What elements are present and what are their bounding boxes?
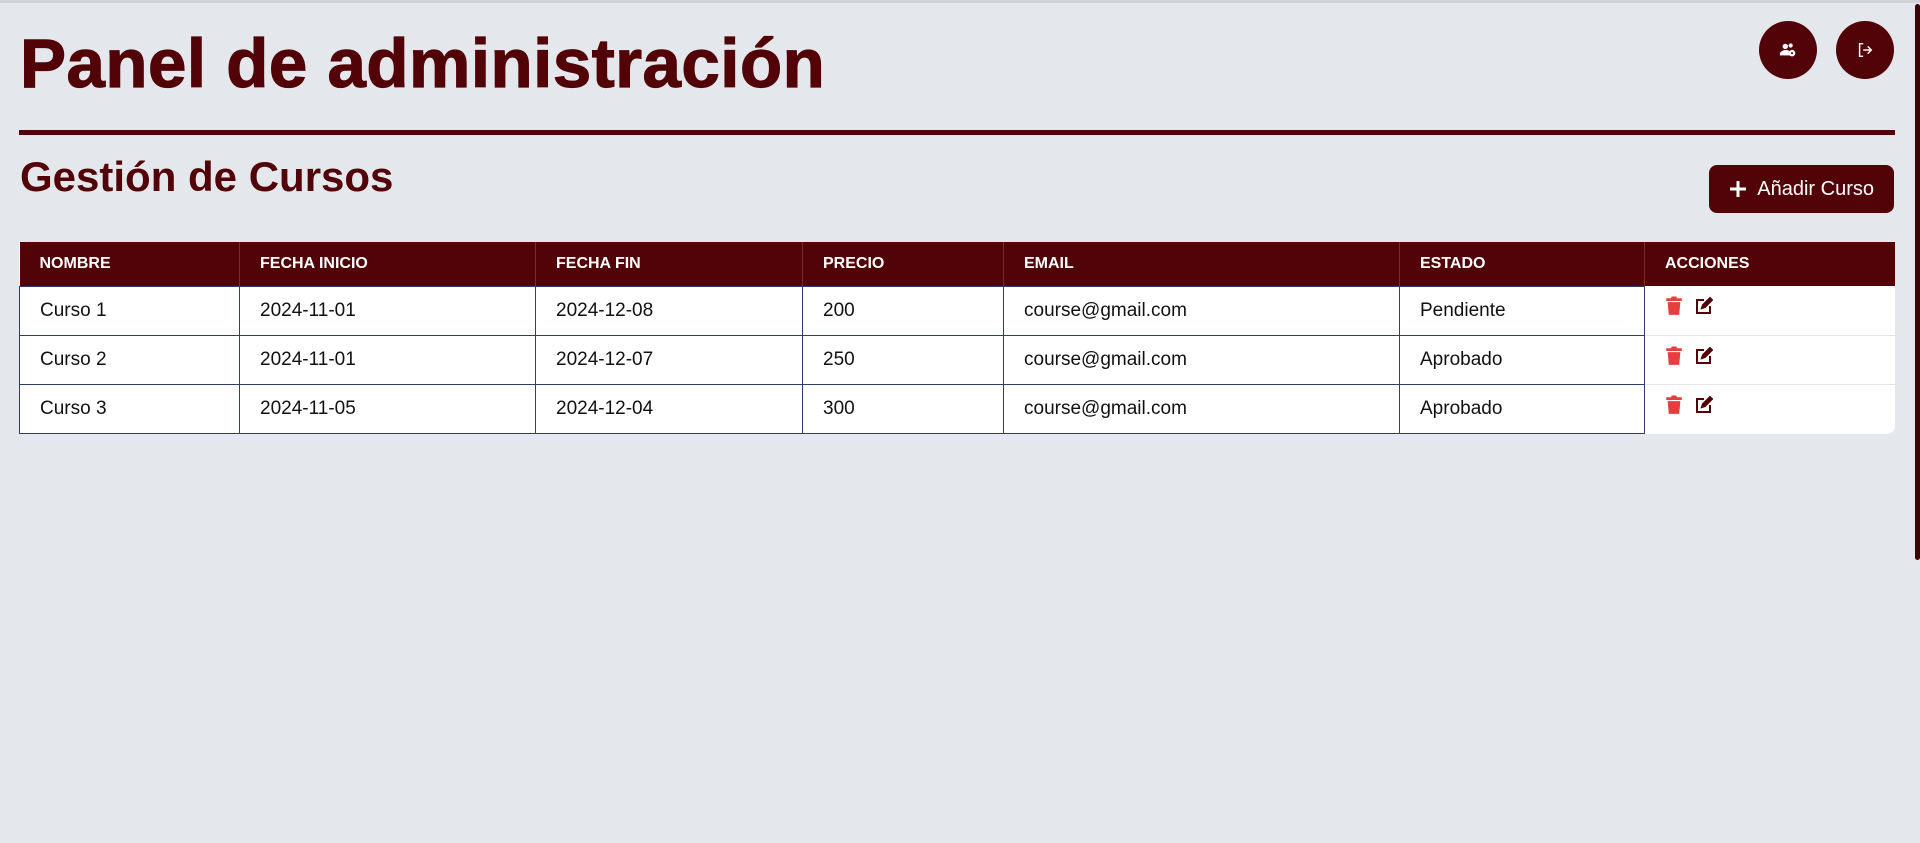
- add-course-button[interactable]: Añadir Curso: [1709, 165, 1894, 213]
- cell-fecha-inicio: 2024-11-05: [239, 383, 536, 434]
- title-divider: [19, 130, 1895, 135]
- column-header-email: EMAIL: [1003, 242, 1400, 286]
- logout-icon: [1858, 42, 1873, 58]
- column-header-fecha-inicio: FECHA INICIO: [239, 242, 536, 286]
- edit-icon[interactable]: [1695, 395, 1713, 415]
- edit-icon[interactable]: [1695, 346, 1713, 366]
- cell-nombre: Curso 1: [19, 285, 240, 336]
- column-header-precio: PRECIO: [802, 242, 1004, 286]
- cell-precio: 200: [802, 285, 1004, 336]
- table-header-row: NOMBRE FECHA INICIO FECHA FIN PRECIO EMA…: [19, 242, 1895, 286]
- courses-table: NOMBRE FECHA INICIO FECHA FIN PRECIO EMA…: [19, 242, 1895, 434]
- column-header-nombre: NOMBRE: [19, 242, 240, 286]
- trash-icon[interactable]: [1665, 395, 1683, 415]
- cell-acciones: [1644, 383, 1895, 433]
- table-row: Curso 2 2024-11-01 2024-12-07 250 course…: [19, 334, 1895, 385]
- cell-fecha-inicio: 2024-11-01: [239, 334, 536, 385]
- cell-email: course@gmail.com: [1003, 334, 1400, 385]
- cell-estado: Aprobado: [1399, 334, 1645, 385]
- page-title: Panel de administración: [19, 24, 826, 102]
- column-header-fecha-fin: FECHA FIN: [535, 242, 803, 286]
- cell-acciones: [1644, 334, 1895, 384]
- cell-fecha-fin: 2024-12-07: [535, 334, 803, 385]
- column-header-estado: ESTADO: [1399, 242, 1645, 286]
- cell-precio: 250: [802, 334, 1004, 385]
- header-actions: [1759, 21, 1894, 79]
- cell-precio: 300: [802, 383, 1004, 434]
- logout-button[interactable]: [1836, 21, 1894, 79]
- trash-icon[interactable]: [1665, 346, 1683, 366]
- users-gear-icon: [1779, 43, 1796, 57]
- trash-icon[interactable]: [1665, 296, 1683, 316]
- cell-fecha-fin: 2024-12-04: [535, 383, 803, 434]
- cell-fecha-fin: 2024-12-08: [535, 285, 803, 336]
- cell-acciones: [1644, 286, 1895, 335]
- section-title: Gestión de Cursos: [20, 153, 394, 200]
- edit-icon[interactable]: [1695, 296, 1713, 316]
- top-edge: [0, 0, 1920, 3]
- table-row: Curso 3 2024-11-05 2024-12-04 300 course…: [19, 383, 1895, 434]
- add-course-label: Añadir Curso: [1757, 177, 1874, 200]
- column-header-acciones: ACCIONES: [1644, 242, 1895, 286]
- cell-estado: Pendiente: [1399, 285, 1645, 336]
- plus-icon: [1730, 181, 1747, 197]
- cell-email: course@gmail.com: [1003, 383, 1400, 434]
- user-admin-button[interactable]: [1759, 21, 1817, 79]
- page-scrollbar[interactable]: [1915, 4, 1920, 560]
- cell-nombre: Curso 3: [19, 383, 240, 434]
- cell-fecha-inicio: 2024-11-01: [239, 285, 536, 336]
- cell-nombre: Curso 2: [19, 334, 240, 385]
- cell-estado: Aprobado: [1399, 383, 1645, 434]
- table-row: Curso 1 2024-11-01 2024-12-08 200 course…: [19, 285, 1895, 336]
- cell-email: course@gmail.com: [1003, 285, 1400, 336]
